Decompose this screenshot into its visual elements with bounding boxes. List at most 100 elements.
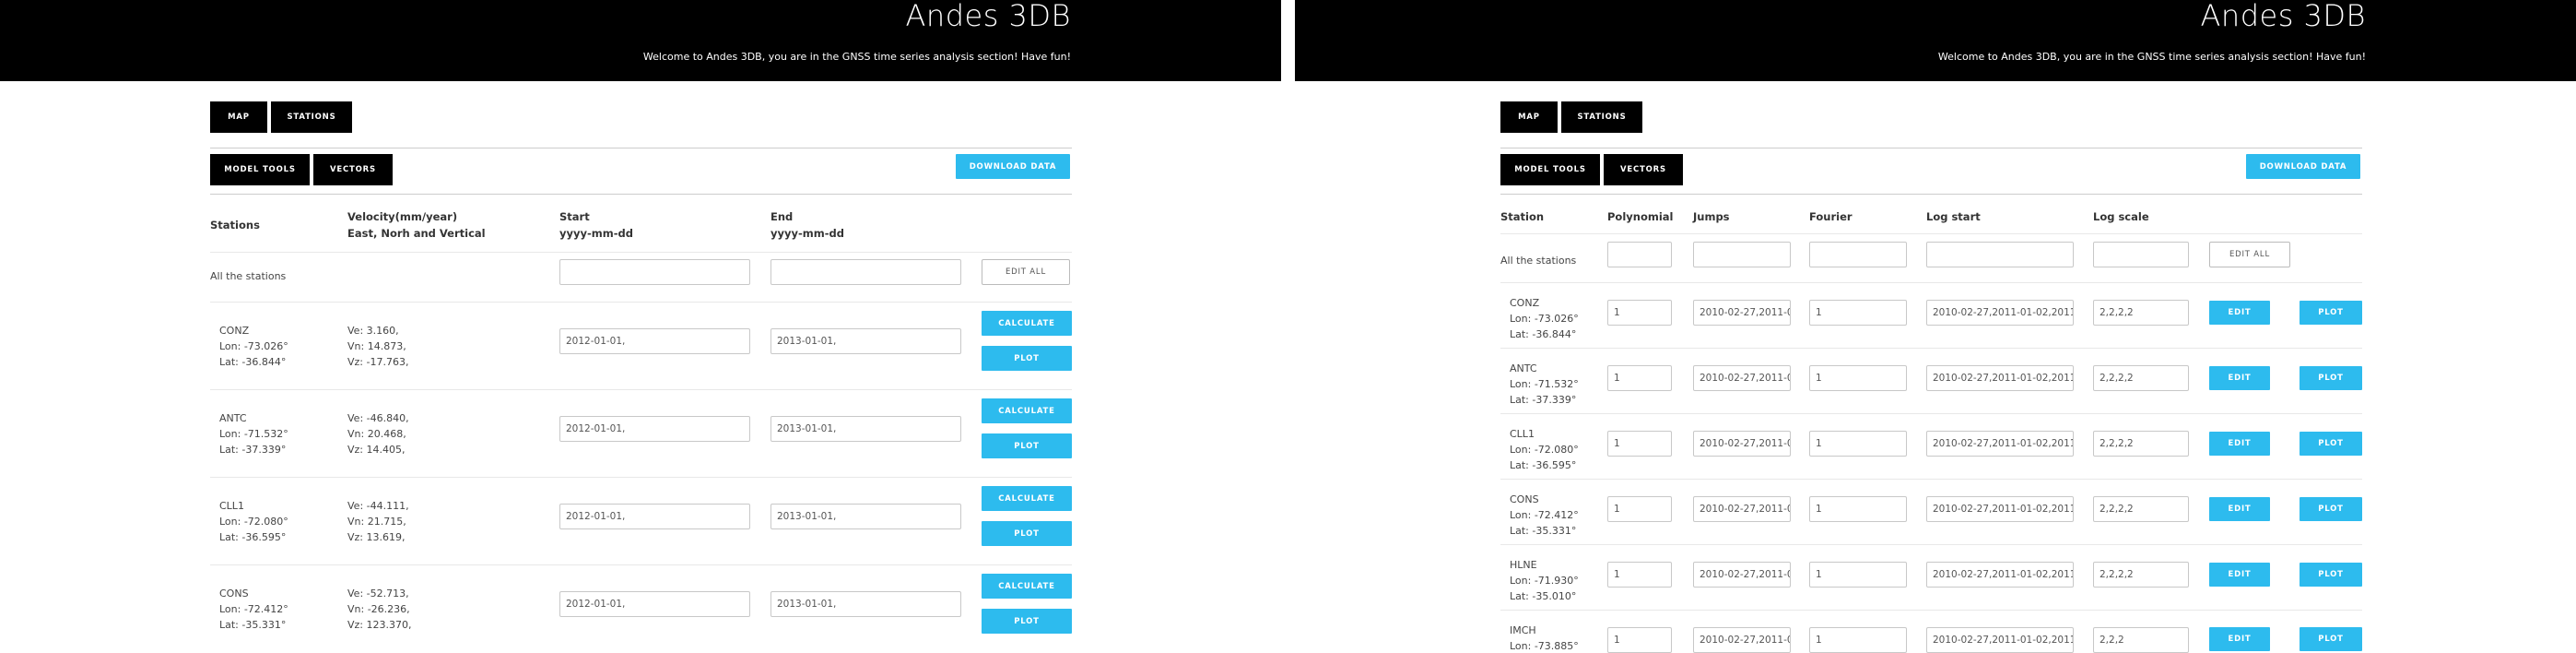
jumps-input[interactable]: 2010-02-27,2011-0 [1693, 562, 1791, 588]
calculate-button[interactable]: CALCULATE [982, 574, 1072, 599]
fourier-input[interactable]: 1 [1809, 431, 1907, 457]
col-log-start: Log start [1926, 210, 1981, 223]
model-tools-button[interactable]: MODEL TOOLS [210, 154, 310, 185]
calculate-button[interactable]: CALCULATE [982, 398, 1072, 423]
edit-button[interactable]: EDIT [2209, 301, 2270, 325]
end-date-input[interactable]: 2013-01-01, [770, 504, 961, 529]
fourier-input[interactable]: 1 [1809, 562, 1907, 588]
app-title: Andes 3DB [2200, 0, 2366, 33]
log-scale-input[interactable]: 2,2,2 [2093, 627, 2189, 653]
start-date-all-input[interactable] [559, 259, 750, 285]
app-title: Andes 3DB [905, 0, 1071, 33]
velocity-north: Vn: 14.873, [347, 340, 406, 352]
plot-button[interactable]: PLOT [2300, 432, 2362, 456]
stations-button[interactable]: STATIONS [271, 101, 352, 133]
station-name: CONS [219, 588, 249, 600]
polynomial-input[interactable]: 1 [1607, 431, 1672, 457]
log-start-input[interactable]: 2010-02-27,2011-01-02,2011-0 [1926, 496, 2074, 522]
plot-button[interactable]: PLOT [982, 609, 1072, 634]
fourier-input[interactable]: 1 [1809, 627, 1907, 653]
fourier-input[interactable]: 1 [1809, 365, 1907, 391]
end-date-input[interactable]: 2013-01-01, [770, 416, 961, 442]
download-data-button[interactable]: DOWNLOAD DATA [956, 154, 1070, 179]
log-start-all-input[interactable] [1926, 242, 2074, 267]
fourier-input[interactable]: 1 [1809, 496, 1907, 522]
polynomial-input[interactable]: 1 [1607, 562, 1672, 588]
start-date-input[interactable]: 2012-01-01, [559, 591, 750, 617]
edit-button[interactable]: EDIT [2209, 366, 2270, 390]
calculate-button[interactable]: CALCULATE [982, 311, 1072, 336]
col-station: Station [1500, 210, 1545, 223]
plot-button[interactable]: PLOT [2300, 627, 2362, 651]
station-lat: Lat: -36.844° [219, 356, 287, 368]
welcome-message: Welcome to Andes 3DB, you are in the GNS… [642, 51, 1071, 63]
end-date-input[interactable]: 2013-01-01, [770, 328, 961, 354]
jumps-input[interactable]: 2010-02-27,2011-0 [1693, 496, 1791, 522]
velocity-east: Ve: -46.840, [347, 412, 409, 424]
plot-button[interactable]: PLOT [982, 433, 1072, 458]
vectors-button[interactable]: VECTORS [313, 154, 393, 185]
end-date-input[interactable]: 2013-01-01, [770, 591, 961, 617]
station-lon: Lon: -71.930° [1510, 575, 1579, 587]
log-scale-input[interactable]: 2,2,2,2 [2093, 365, 2189, 391]
polynomial-all-input[interactable] [1607, 242, 1672, 267]
edit-all-button[interactable]: EDIT ALL [2209, 242, 2290, 267]
divider [210, 389, 1072, 390]
plot-button[interactable]: PLOT [2300, 301, 2362, 325]
end-date-all-input[interactable] [770, 259, 961, 285]
model-tools-button[interactable]: MODEL TOOLS [1500, 154, 1600, 185]
map-button[interactable]: MAP [210, 101, 267, 133]
col-velocity-sub: East, Norh and Vertical [347, 227, 486, 240]
start-date-input[interactable]: 2012-01-01, [559, 328, 750, 354]
welcome-message: Welcome to Andes 3DB, you are in the GNS… [1937, 51, 2366, 63]
plot-button[interactable]: PLOT [2300, 497, 2362, 521]
start-date-input[interactable]: 2012-01-01, [559, 416, 750, 442]
plot-button[interactable]: PLOT [982, 346, 1072, 371]
polynomial-input[interactable]: 1 [1607, 627, 1672, 653]
polynomial-input[interactable]: 1 [1607, 300, 1672, 326]
edit-button[interactable]: EDIT [2209, 563, 2270, 587]
log-scale-input[interactable]: 2,2,2,2 [2093, 496, 2189, 522]
velocity-vertical: Vz: 13.619, [347, 531, 406, 543]
log-start-input[interactable]: 2010-02-27,2011-01-02,2011-0 [1926, 431, 2074, 457]
log-start-input[interactable]: 2010-02-27,2011-01-02,2011-0 [1926, 365, 2074, 391]
log-start-input[interactable]: 2010-02-27,2011-01-02,2011-0 [1926, 627, 2074, 653]
all-stations-label: All the stations [1500, 255, 1577, 267]
log-scale-input[interactable]: 2,2,2,2 [2093, 562, 2189, 588]
stations-button[interactable]: STATIONS [1561, 101, 1642, 133]
jumps-input[interactable]: 2010-02-27,2011-0 [1693, 300, 1791, 326]
divider [1500, 479, 2362, 480]
col-log-scale: Log scale [2093, 210, 2149, 223]
edit-button[interactable]: EDIT [2209, 432, 2270, 456]
log-scale-input[interactable]: 2,2,2,2 [2093, 431, 2189, 457]
map-button[interactable]: MAP [1500, 101, 1558, 133]
jumps-input[interactable]: 2010-02-27,2011-0 [1693, 431, 1791, 457]
velocity-north: Vn: 21.715, [347, 516, 406, 528]
edit-all-button[interactable]: EDIT ALL [982, 259, 1070, 285]
fourier-input[interactable]: 1 [1809, 300, 1907, 326]
fourier-all-input[interactable] [1809, 242, 1907, 267]
log-start-input[interactable]: 2010-02-27,2011-01-02,2011-0 [1926, 300, 2074, 326]
download-data-button[interactable]: DOWNLOAD DATA [2246, 154, 2360, 179]
edit-button[interactable]: EDIT [2209, 497, 2270, 521]
station-name: HLNE [1510, 559, 1537, 571]
polynomial-input[interactable]: 1 [1607, 496, 1672, 522]
velocity-vertical: Vz: 14.405, [347, 444, 406, 456]
station-name: CLL1 [1510, 428, 1535, 440]
plot-button[interactable]: PLOT [2300, 366, 2362, 390]
plot-button[interactable]: PLOT [982, 521, 1072, 546]
jumps-all-input[interactable] [1693, 242, 1791, 267]
vectors-button[interactable]: VECTORS [1604, 154, 1683, 185]
edit-button[interactable]: EDIT [2209, 627, 2270, 651]
calculate-button[interactable]: CALCULATE [982, 486, 1072, 511]
jumps-input[interactable]: 2010-02-27,2011-0 [1693, 627, 1791, 653]
jumps-input[interactable]: 2010-02-27,2011-0 [1693, 365, 1791, 391]
divider [1500, 413, 2362, 414]
station-lat: Lat: -37.339° [1510, 394, 1577, 406]
start-date-input[interactable]: 2012-01-01, [559, 504, 750, 529]
polynomial-input[interactable]: 1 [1607, 365, 1672, 391]
log-scale-all-input[interactable] [2093, 242, 2189, 267]
log-scale-input[interactable]: 2,2,2,2 [2093, 300, 2189, 326]
plot-button[interactable]: PLOT [2300, 563, 2362, 587]
log-start-input[interactable]: 2010-02-27,2011-01-02,2011-0 [1926, 562, 2074, 588]
